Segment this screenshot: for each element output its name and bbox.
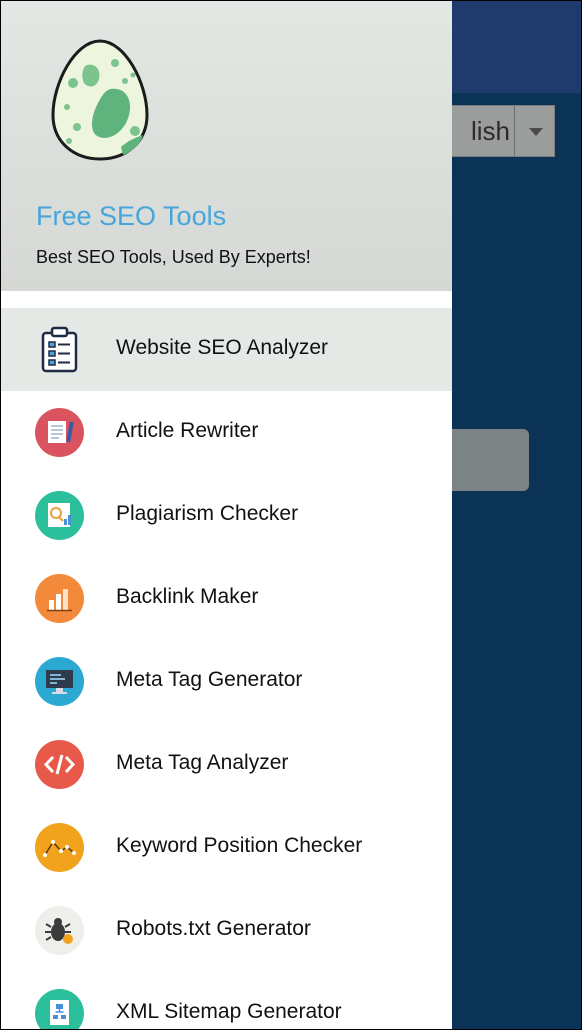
menu-item-label: Plagiarism Checker (116, 502, 299, 525)
navigation-drawer: Free SEO Tools Best SEO Tools, Used By E… (1, 1, 452, 1029)
chart-line-icon (35, 823, 84, 872)
article-rewriter-icon (35, 408, 84, 457)
menu-item-label: XML Sitemap Generator (116, 1000, 342, 1023)
monitor-code-icon (35, 657, 84, 706)
plagiarism-checker-icon (35, 491, 84, 540)
app-subtitle: Best SEO Tools, Used By Experts! (36, 247, 311, 267)
menu-item-label: Backlink Maker (116, 585, 259, 608)
menu-item-label: Article Rewriter (116, 419, 259, 442)
menu-item-label: Robots.txt Generator (116, 917, 311, 940)
menu-item-website-seo-analyzer[interactable]: Website SEO Analyzer (1, 308, 452, 391)
sitemap-icon (35, 989, 84, 1029)
chevron-down-icon[interactable] (529, 128, 543, 136)
backlink-maker-icon (35, 574, 84, 623)
drawer-menu: Website SEO Analyzer Article Rewriter Pl… (1, 308, 452, 1029)
menu-item-robots-txt-generator[interactable]: Robots.txt Generator (1, 889, 452, 972)
menu-item-article-rewriter[interactable]: Article Rewriter (1, 391, 452, 474)
clipboard-checklist-icon (35, 325, 84, 374)
menu-item-label: Website SEO Analyzer (116, 336, 329, 359)
drawer-header: Free SEO Tools Best SEO Tools, Used By E… (1, 1, 452, 291)
menu-item-meta-tag-generator[interactable]: Meta Tag Generator (1, 640, 452, 723)
egg-logo-icon (51, 39, 149, 161)
menu-item-backlink-maker[interactable]: Backlink Maker (1, 557, 452, 640)
menu-item-plagiarism-checker[interactable]: Plagiarism Checker (1, 474, 452, 557)
app-title: Free SEO Tools (36, 201, 227, 231)
menu-item-label: Meta Tag Analyzer (116, 751, 289, 774)
menu-item-keyword-position-checker[interactable]: Keyword Position Checker (1, 806, 452, 889)
menu-item-label: Meta Tag Generator (116, 668, 303, 691)
menu-item-label: Keyword Position Checker (116, 834, 363, 857)
menu-item-meta-tag-analyzer[interactable]: Meta Tag Analyzer (1, 723, 452, 806)
bug-icon (35, 906, 84, 955)
code-brackets-icon (35, 740, 84, 789)
select-divider (514, 106, 515, 156)
screen: lish Free SEO Tools Best SEO Tools, Used… (0, 0, 582, 1030)
menu-item-xml-sitemap-generator[interactable]: XML Sitemap Generator (1, 972, 452, 1029)
